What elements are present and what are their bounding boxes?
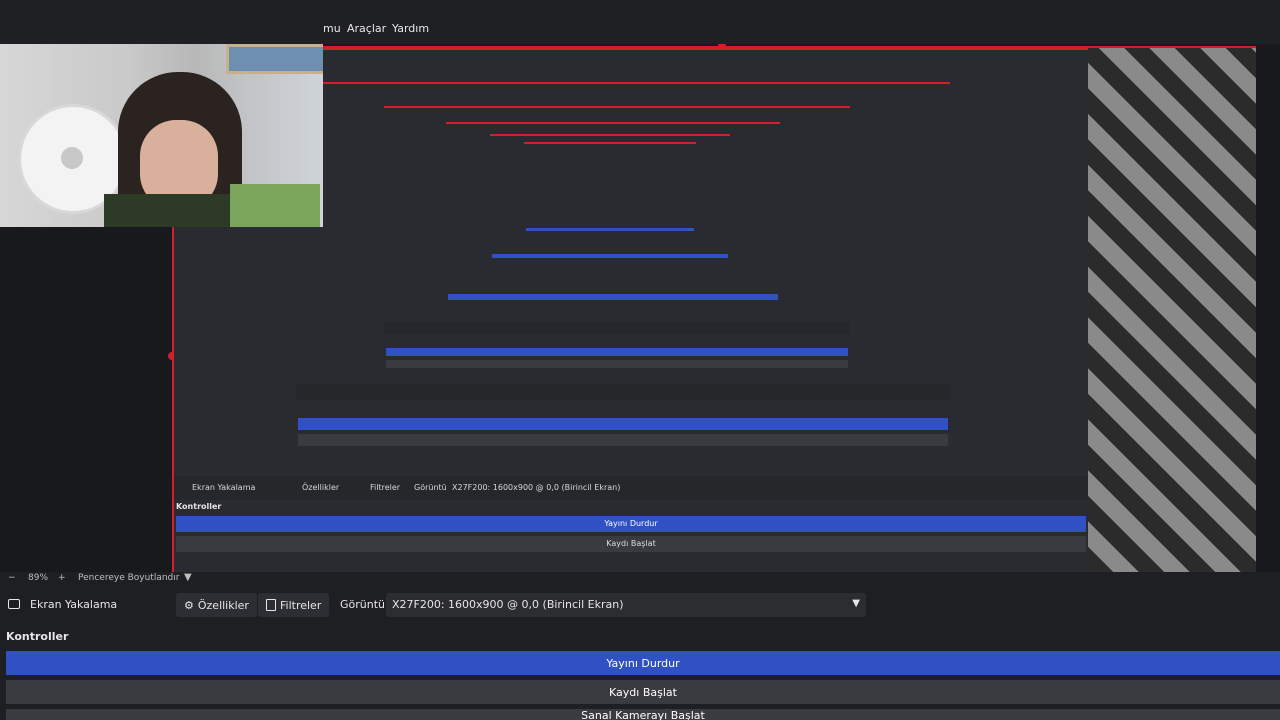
stripe-pattern-region (1088, 48, 1256, 572)
controls-dock: Kontroller Yayını Durdur Kaydı Başlat Sa… (0, 622, 1280, 720)
fit-to-window[interactable]: Pencereye Boyutlandır (78, 573, 179, 583)
nested-filters: Filtreler (370, 483, 401, 492)
nested-controls-title: Kontroller (176, 502, 222, 511)
nested-source-toolbar: Ekran Yakalama Özellikler Filtreler Görü… (174, 476, 1088, 500)
properties-label: Özellikler (197, 598, 249, 612)
nested-start-record: Kaydı Başlat (176, 536, 1086, 552)
nested-start-record (298, 434, 948, 446)
chevron-down-icon: ▼ (852, 598, 860, 609)
green-chair (230, 184, 320, 227)
menu-bar: mu Araçlar Yardım (0, 0, 1280, 44)
zoom-level: 89% (28, 573, 49, 583)
chevron-down-icon[interactable]: ▼ (184, 572, 192, 583)
monitor-icon (8, 599, 20, 609)
nested-source-toolbar (384, 322, 850, 334)
display-select[interactable]: X27F200: 1600x900 @ 0,0 (Birincil Ekran)… (386, 593, 866, 617)
start-recording-button[interactable]: Kaydı Başlat (6, 680, 1280, 704)
nested-preview-6 (524, 142, 696, 240)
gear-icon: ⚙ (184, 598, 194, 612)
nested-stop-stream (492, 254, 728, 258)
window-in-background (226, 44, 323, 74)
nested-display-label: Görüntü (414, 483, 447, 492)
nested-stop-stream (526, 228, 694, 231)
zoom-out-button[interactable]: − (8, 573, 16, 583)
filters-label: Filtreler (280, 598, 322, 612)
nested-stop-stream (448, 294, 778, 300)
filters-button[interactable]: Filtreler (258, 593, 330, 617)
nested-stop-stream (298, 418, 948, 430)
filter-icon (266, 599, 276, 611)
properties-button[interactable]: ⚙ Özellikler (176, 593, 257, 617)
menu-tools[interactable]: Araçlar (347, 22, 386, 35)
zoom-bar: − 89% + Pencereye Boyutlandır ▼ (0, 572, 1280, 588)
nested-display-value: X27F200: 1600x900 @ 0,0 (Birincil Ekran) (452, 483, 621, 492)
menu-help[interactable]: Yardım (392, 22, 429, 35)
menu-item-clipped[interactable]: mu (323, 22, 341, 35)
nested-properties: Özellikler (302, 483, 340, 492)
source-toolbar: Ekran Yakalama ⚙ Özellikler Filtreler Gö… (0, 588, 1280, 622)
nested-source-name: Ekran Yakalama (192, 483, 256, 492)
display-select-value: X27F200: 1600x900 @ 0,0 (Birincil Ekran) (392, 598, 624, 611)
zoom-in-button[interactable]: + (58, 573, 66, 583)
nested-start-record (386, 360, 848, 368)
nested-stop-stream: Yayını Durdur (176, 516, 1086, 532)
nested-stop-stream (386, 348, 848, 356)
controls-title: Kontroller (6, 630, 69, 643)
display-label: Görüntü (340, 598, 386, 611)
start-virtual-camera-button[interactable]: Sanal Kamerayı Başlat (6, 709, 1280, 720)
nested-source-toolbar (296, 384, 950, 400)
preview-canvas[interactable]: Ekran Yakalama Özellikler Filtreler Görü… (0, 44, 1280, 572)
webcam-feed[interactable] (0, 44, 323, 227)
stop-streaming-button[interactable]: Yayını Durdur (6, 651, 1280, 675)
source-name: Ekran Yakalama (30, 598, 118, 611)
